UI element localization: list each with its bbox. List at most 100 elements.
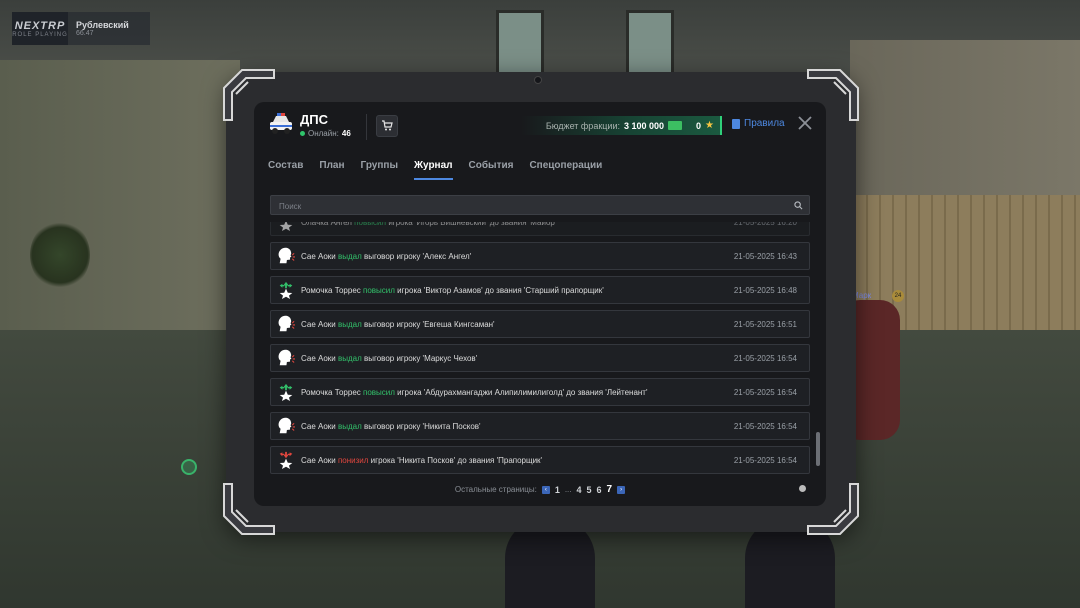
faction-header: ДПС Онлайн: 46 Бюджет фракции: 3 100 000… bbox=[254, 102, 826, 152]
scrollbar[interactable] bbox=[816, 432, 820, 466]
mouse-cursor bbox=[799, 485, 806, 492]
shop-button[interactable] bbox=[376, 115, 398, 137]
actor-name: Ромочка Торрес bbox=[301, 285, 364, 295]
action-details: выговор игроку 'Алекс Ангел' bbox=[361, 251, 472, 261]
page-number-button[interactable]: 4 bbox=[577, 485, 582, 495]
pager-label: Остальные страницы: bbox=[454, 485, 537, 494]
online-label: Онлайн: bbox=[308, 129, 339, 138]
action-verb: повысил bbox=[363, 387, 395, 397]
journal-row: Ромочка Торрес повысил игрока 'Виктор Аз… bbox=[270, 276, 810, 304]
online-count: 46 bbox=[341, 129, 351, 138]
tab-bar: Состав План Группы Журнал События Спецоп… bbox=[268, 160, 618, 180]
actor-name: Сае Аоки bbox=[301, 455, 338, 465]
reprimand-icon bbox=[271, 242, 301, 270]
rules-label: Правила bbox=[744, 118, 785, 129]
page-ellipsis: ... bbox=[564, 485, 572, 494]
window bbox=[496, 10, 544, 80]
action-verb: повысил bbox=[363, 285, 395, 295]
page-number-button[interactable]: 6 bbox=[597, 485, 602, 495]
promote-icon bbox=[271, 378, 301, 406]
timestamp: 21-05-2025 16:51 bbox=[733, 319, 797, 329]
online-dot-icon bbox=[300, 131, 305, 136]
tab-roster[interactable]: Состав bbox=[268, 160, 303, 180]
journal-row: Ромочка Торрес повысил игрока 'Абдурахма… bbox=[270, 378, 810, 406]
action-details: выговор игроку 'Маркус Чехов' bbox=[361, 353, 478, 363]
page-number-button[interactable]: 5 bbox=[587, 485, 592, 495]
actor-name: Сае Аоки bbox=[301, 251, 338, 261]
journal-row: Сае Аоки выдал выговор игроку 'Евгеша Ки… bbox=[270, 310, 810, 338]
journal-entry-text: Сае Аоки выдал выговор игроку 'Алекс Анг… bbox=[301, 252, 719, 261]
journal-row: Сае Аоки выдал выговор игроку 'Никита По… bbox=[270, 412, 810, 440]
reprimand-icon bbox=[271, 344, 301, 372]
left-wall bbox=[0, 60, 240, 360]
actor-name: Сае Аоки bbox=[301, 353, 338, 363]
journal-entry-text: Сае Аоки выдал выговор игроку 'Маркус Че… bbox=[301, 354, 719, 363]
server-name: Рублевский bbox=[76, 20, 129, 30]
action-verb: выдал bbox=[337, 421, 362, 431]
timestamp: 21-05-2025 16:43 bbox=[733, 251, 797, 261]
reprimand-icon bbox=[271, 412, 301, 440]
tab-journal[interactable]: Журнал bbox=[413, 160, 453, 180]
journal-entry-text: Сае Аоки выдал выговор игроку 'Евгеша Ки… bbox=[301, 320, 719, 329]
tablet-screen: ДПС Онлайн: 46 Бюджет фракции: 3 100 000… bbox=[254, 102, 826, 506]
action-verb: выдал bbox=[337, 353, 362, 363]
timestamp: 21-05-2025 16:48 bbox=[733, 285, 797, 295]
journal-entry-text: Сае Аоки понизил игрока 'Никита Посков' … bbox=[301, 456, 719, 465]
journal-row: Сае Аоки выдал выговор игроку 'Алекс Анг… bbox=[270, 242, 810, 270]
plant bbox=[30, 220, 90, 290]
action-details: выговор игроку 'Никита Посков' bbox=[361, 421, 481, 431]
page-number-button[interactable]: 7 bbox=[607, 484, 613, 495]
server-sub: 66.47 bbox=[76, 30, 94, 37]
faction-name: ДПС bbox=[300, 112, 328, 127]
interaction-marker-icon[interactable] bbox=[181, 459, 197, 475]
action-details: игрока 'Абдурахмангаджи Алипилимилиголд'… bbox=[394, 387, 648, 397]
timestamp: 21-05-2025 16:20 bbox=[733, 222, 797, 227]
cash-icon bbox=[668, 121, 683, 130]
journal-entry-text: Сае Аоки выдал выговор игроку 'Никита По… bbox=[301, 422, 719, 431]
tab-groups[interactable]: Группы bbox=[361, 160, 398, 180]
actor-name: Олачка Ангел bbox=[301, 222, 355, 227]
action-verb: выдал bbox=[337, 251, 362, 261]
next-page-button[interactable]: › bbox=[617, 485, 626, 494]
journal-row: Сае Аоки понизил игрока 'Никита Посков' … bbox=[270, 446, 810, 474]
action-verb: понизил bbox=[337, 455, 369, 465]
search-icon[interactable] bbox=[794, 201, 803, 210]
close-icon bbox=[798, 116, 812, 130]
book-icon bbox=[732, 118, 740, 129]
game-logo: NEXTRP ROLE PLAYING bbox=[12, 12, 68, 45]
online-indicator: Онлайн: 46 bbox=[300, 129, 351, 138]
tab-events[interactable]: События bbox=[469, 160, 514, 180]
rules-link[interactable]: Правила bbox=[732, 118, 785, 129]
server-info: Рублевский 66.47 bbox=[68, 20, 129, 37]
page-number-button[interactable]: 1 bbox=[555, 485, 560, 495]
prev-page-button[interactable]: ‹ bbox=[541, 485, 550, 494]
journal-entry-text: Ромочка Торрес повысил игрока 'Виктор Аз… bbox=[301, 286, 719, 295]
action-verb: выдал bbox=[337, 319, 362, 329]
close-button[interactable] bbox=[797, 115, 813, 131]
search-input[interactable] bbox=[271, 197, 809, 216]
action-details: выговор игроку 'Евгеша Кингсаман' bbox=[361, 319, 495, 329]
action-details: игрока 'Никита Посков' до звания 'Прапор… bbox=[368, 455, 543, 465]
action-verb: повысил bbox=[354, 222, 387, 227]
faction-tablet: ДПС Онлайн: 46 Бюджет фракции: 3 100 000… bbox=[223, 69, 859, 535]
star-icon: ★ bbox=[705, 120, 714, 131]
journal-row: Сае Аоки выдал выговор игроку 'Маркус Че… bbox=[270, 344, 810, 372]
demote-icon bbox=[271, 446, 301, 474]
timestamp: 21-05-2025 16:54 bbox=[733, 421, 797, 431]
action-details: игрока 'Игорь Вишневский' до звания 'Май… bbox=[386, 222, 557, 227]
cart-icon bbox=[382, 120, 393, 131]
tab-plan[interactable]: План bbox=[319, 160, 344, 180]
budget-amount: 3 100 000 bbox=[623, 120, 665, 131]
timestamp: 21-05-2025 16:54 bbox=[733, 455, 797, 465]
promote-icon bbox=[271, 222, 301, 236]
budget-label: Бюджет фракции: bbox=[545, 120, 620, 131]
actor-name: Сае Аоки bbox=[301, 421, 338, 431]
reprimand-icon bbox=[271, 310, 301, 338]
journal-list: Олачка Ангел повысил игрока 'Игорь Вишне… bbox=[270, 222, 810, 480]
window bbox=[626, 10, 674, 80]
actor-name: Ромочка Торрес bbox=[301, 387, 364, 397]
tab-special-ops[interactable]: Спецоперации bbox=[529, 160, 602, 180]
actor-name: Сае Аоки bbox=[301, 319, 338, 329]
journal-entry-text: Олачка Ангел повысил игрока 'Игорь Вишне… bbox=[301, 222, 719, 227]
promote-icon bbox=[271, 276, 301, 304]
